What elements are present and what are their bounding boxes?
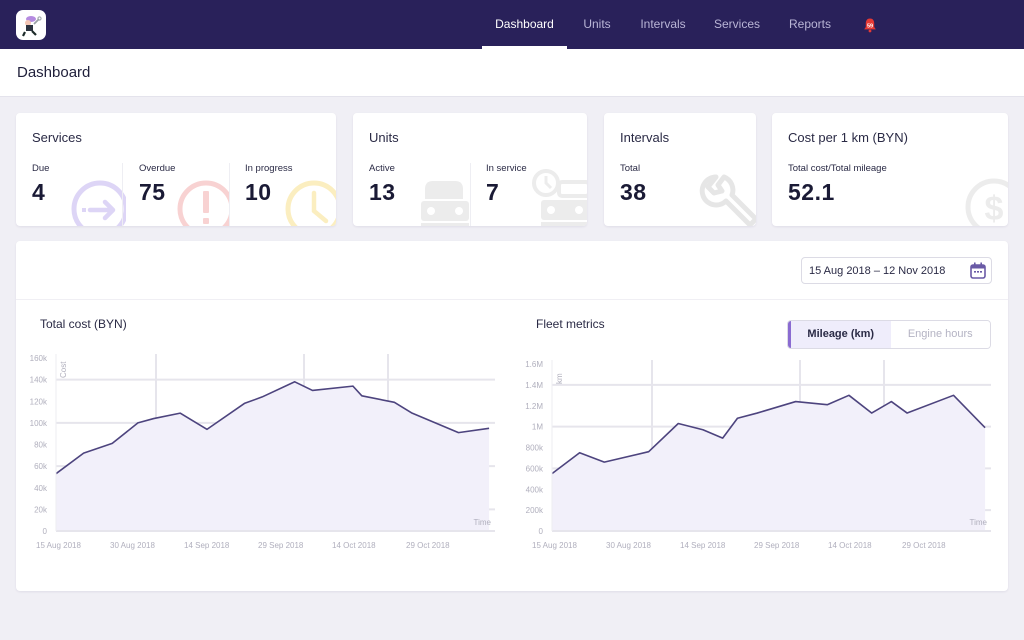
units-card-title: Units xyxy=(369,130,399,145)
y-tick-label: 600k xyxy=(526,464,544,473)
x-tick-label: 15 Aug 2018 xyxy=(532,541,577,550)
notifications-button[interactable]: 59 xyxy=(862,17,878,33)
metric-value: 7 xyxy=(486,179,500,205)
metric-divider xyxy=(470,163,471,226)
page-header: Dashboard xyxy=(0,49,1024,97)
y-axis-label: Cost xyxy=(59,361,68,378)
y-tick-label: 60k xyxy=(34,462,48,471)
x-tick-label: 14 Sep 2018 xyxy=(184,541,230,550)
x-tick-label: 29 Oct 2018 xyxy=(406,541,450,550)
x-tick-label: 30 Aug 2018 xyxy=(606,541,651,550)
y-tick-label: 40k xyxy=(34,484,48,493)
y-axis-label: km xyxy=(555,373,564,384)
metric-label: Due xyxy=(32,163,50,174)
arrow-circle-icon xyxy=(71,180,126,226)
x-tick-label: 30 Aug 2018 xyxy=(110,541,155,550)
metric-label: Overdue xyxy=(139,163,176,174)
services-card[interactable]: Services Due 4 Overdue 75 In progress 10 xyxy=(16,113,336,226)
y-tick-label: 0 xyxy=(43,527,48,536)
total-cost-chart[interactable]: 0 20k 40k 60k 80k 100k 120k 140k 160k 15 Aug 2018… xyxy=(0,340,512,560)
y-tick-label: 200k xyxy=(526,506,544,515)
app-logo[interactable] xyxy=(16,10,46,40)
y-tick-label: 1.4M xyxy=(525,381,543,390)
panel-divider xyxy=(16,299,1008,300)
nav-reports[interactable]: Reports xyxy=(782,0,838,49)
x-tick-label: 14 Oct 2018 xyxy=(332,541,376,550)
car-clock-icon xyxy=(532,169,587,226)
svg-text:$: $ xyxy=(985,190,1004,226)
calendar-icon xyxy=(970,262,986,279)
fleet-metrics-chart[interactable]: 0 200k 400k 600k 800k 1M 1.2M 1.4M 1.6M 15 Aug 20… xyxy=(512,340,1024,560)
x-tick-label: 14 Sep 2018 xyxy=(680,541,726,550)
y-tick-label: 1.6M xyxy=(525,360,543,369)
x-tick-label: 29 Oct 2018 xyxy=(902,541,946,550)
metric-divider xyxy=(229,163,230,226)
y-tick-label: 100k xyxy=(30,419,48,428)
x-axis-label: Time xyxy=(474,518,492,527)
metric-divider xyxy=(122,163,123,226)
metric-label: Active xyxy=(369,163,395,174)
nav-intervals[interactable]: Intervals xyxy=(635,0,691,49)
x-tick-label: 29 Sep 2018 xyxy=(754,541,800,550)
series-area xyxy=(552,395,986,531)
x-tick-label: 14 Oct 2018 xyxy=(828,541,872,550)
clock-icon xyxy=(285,180,336,226)
date-range-value: 15 Aug 2018 – 12 Nov 2018 xyxy=(809,265,946,277)
y-tick-label: 20k xyxy=(34,505,48,514)
page-title: Dashboard xyxy=(17,64,91,81)
y-tick-label: 800k xyxy=(526,444,544,453)
y-tick-label: 160k xyxy=(30,354,48,363)
metric-value: 4 xyxy=(32,179,46,205)
metric-label: In progress xyxy=(245,163,293,174)
cost-card-title: Cost per 1 km (BYN) xyxy=(788,130,908,145)
fleet-metrics-chart-title: Fleet metrics xyxy=(536,317,605,331)
y-tick-label: 0 xyxy=(539,527,544,536)
y-tick-label: 1M xyxy=(532,423,543,432)
y-tick-label: 140k xyxy=(30,376,48,385)
car-icon xyxy=(421,181,469,226)
services-card-title: Services xyxy=(32,130,82,145)
units-card[interactable]: Units Active 13 In service 7 xyxy=(353,113,587,226)
x-tick-label: 29 Sep 2018 xyxy=(258,541,304,550)
metric-label: In service xyxy=(486,163,527,174)
nav-dashboard[interactable]: Dashboard xyxy=(482,0,567,49)
x-axis-label: Time xyxy=(970,518,988,527)
metric-value: 38 xyxy=(620,179,647,205)
intervals-card-title: Intervals xyxy=(620,130,670,145)
date-range-picker[interactable]: 15 Aug 2018 – 12 Nov 2018 xyxy=(801,257,992,284)
notification-count-badge: 59 xyxy=(867,24,873,30)
top-navigation-bar: Dashboard Units Intervals Services Repor… xyxy=(0,0,1024,49)
metric-label: Total cost/Total mileage xyxy=(788,163,887,174)
total-cost-chart-title: Total cost (BYN) xyxy=(40,317,127,331)
mechanic-logo-icon xyxy=(22,16,42,37)
metric-value: 10 xyxy=(245,179,272,205)
y-tick-label: 120k xyxy=(30,397,48,406)
wrench-icon xyxy=(699,174,756,226)
metric-value: 52.1 xyxy=(788,179,835,205)
dollar-coin-icon: $ xyxy=(965,178,1008,226)
y-tick-label: 400k xyxy=(526,485,544,494)
y-tick-label: 1.2M xyxy=(525,402,543,411)
nav-services[interactable]: Services xyxy=(708,0,766,49)
metric-value: 75 xyxy=(139,179,166,205)
cost-per-km-card[interactable]: Cost per 1 km (BYN) Total cost/Total mil… xyxy=(772,113,1008,226)
intervals-card[interactable]: Intervals Total 38 xyxy=(604,113,756,226)
x-tick-label: 15 Aug 2018 xyxy=(36,541,81,550)
y-tick-label: 80k xyxy=(34,441,48,450)
metric-label: Total xyxy=(620,163,641,174)
metric-value: 13 xyxy=(369,179,396,205)
nav-units[interactable]: Units xyxy=(575,0,619,49)
bell-icon: 59 xyxy=(864,18,876,33)
cost-per-km-metric[interactable]: Total cost/Total mileage 52.1 xyxy=(788,163,968,226)
alert-circle-icon xyxy=(177,180,230,226)
series-area xyxy=(56,381,490,531)
